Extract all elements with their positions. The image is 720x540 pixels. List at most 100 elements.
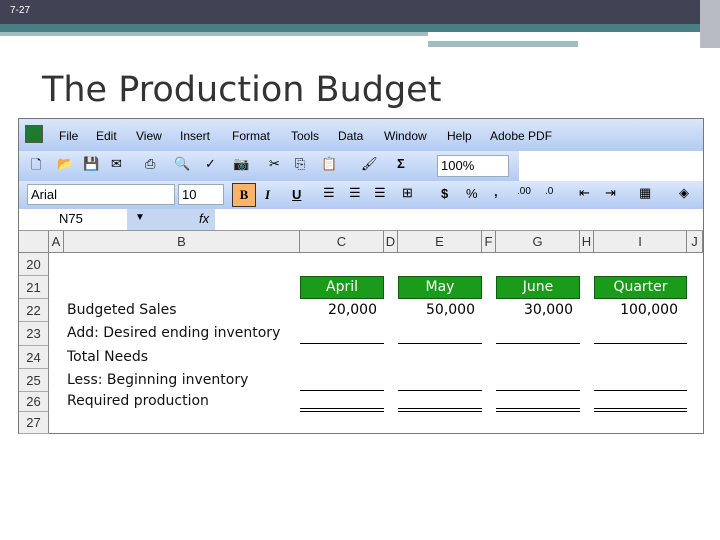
column-header[interactable]: C bbox=[300, 231, 384, 253]
name-box-dropdown[interactable]: ▼ fx bbox=[127, 209, 215, 230]
underline bbox=[300, 390, 384, 391]
column-header[interactable]: H bbox=[580, 231, 594, 253]
sales-may[interactable]: 50,000 bbox=[398, 302, 475, 318]
label-budgeted-sales[interactable]: Budgeted Sales bbox=[67, 302, 177, 318]
slide-top-bar bbox=[0, 0, 720, 24]
save-icon[interactable]: 💾 bbox=[83, 156, 99, 172]
merge-center-icon[interactable]: ⊞ bbox=[402, 185, 413, 201]
menu-adobe-pdf[interactable]: Adobe PDF bbox=[490, 129, 552, 143]
double-underline bbox=[496, 408, 580, 412]
format-painter-icon[interactable]: 🖌 bbox=[361, 156, 378, 172]
label-beginning-inventory[interactable]: Less: Beginning inventory bbox=[67, 372, 248, 388]
align-center-icon[interactable]: ☰ bbox=[349, 185, 361, 201]
chevron-down-icon: ▼ bbox=[135, 212, 145, 223]
decor-bar bbox=[0, 24, 700, 32]
print-preview-icon[interactable]: 🔍 bbox=[174, 156, 190, 172]
menu-tools[interactable]: Tools bbox=[291, 129, 319, 143]
font-size-value: 10 bbox=[182, 187, 197, 202]
double-underline bbox=[398, 408, 482, 412]
increase-decimal-icon[interactable]: .00 bbox=[517, 186, 531, 197]
sales-june[interactable]: 30,000 bbox=[496, 302, 573, 318]
header-april[interactable]: April bbox=[300, 276, 384, 299]
menu-view[interactable]: View bbox=[136, 129, 162, 143]
autosum-icon[interactable]: Σ bbox=[397, 156, 405, 171]
menu-help[interactable]: Help bbox=[447, 129, 472, 143]
row-header[interactable]: 27 bbox=[19, 412, 49, 434]
menu-format[interactable]: Format bbox=[232, 129, 270, 143]
column-header[interactable]: G bbox=[496, 231, 580, 253]
italic-button[interactable]: I bbox=[265, 187, 270, 203]
percent-button[interactable]: % bbox=[466, 186, 478, 201]
row-header[interactable]: 26 bbox=[19, 392, 49, 412]
underline bbox=[594, 390, 687, 391]
column-header[interactable]: J bbox=[687, 231, 703, 253]
double-underline bbox=[300, 408, 384, 412]
column-header[interactable]: I bbox=[594, 231, 687, 253]
decor-bar bbox=[428, 41, 578, 47]
align-left-icon[interactable]: ☰ bbox=[323, 185, 335, 201]
sales-quarter[interactable]: 100,000 bbox=[594, 302, 678, 318]
column-header[interactable]: B bbox=[64, 231, 300, 253]
decrease-indent-icon[interactable]: ⇤ bbox=[579, 185, 590, 201]
column-header[interactable]: A bbox=[49, 231, 64, 253]
fx-icon[interactable]: fx bbox=[199, 211, 209, 226]
worksheet-grid: A B C D E F G H I J 20 21 22 23 24 25 26… bbox=[19, 231, 703, 434]
align-right-icon[interactable]: ☰ bbox=[374, 185, 386, 201]
fill-color-icon[interactable]: ◈ bbox=[679, 185, 689, 201]
sales-april[interactable]: 20,000 bbox=[300, 302, 377, 318]
row-header[interactable]: 23 bbox=[19, 322, 49, 346]
row-header[interactable]: 25 bbox=[19, 369, 49, 392]
new-icon[interactable]: 🗋 bbox=[31, 156, 41, 178]
print-icon[interactable]: ⎙ bbox=[145, 156, 155, 172]
column-header[interactable]: E bbox=[398, 231, 482, 253]
font-size-select[interactable]: 10 bbox=[178, 184, 224, 205]
open-icon[interactable]: 📂 bbox=[57, 156, 73, 172]
decrease-decimal-icon[interactable]: .0 bbox=[545, 186, 553, 197]
formatting-toolbar: Arial 10 B I U ☰ ☰ ☰ ⊞ $ % , .00 .0 ⇤ ⇥ … bbox=[19, 181, 703, 209]
menu-file[interactable]: File bbox=[59, 129, 78, 143]
font-value: Arial bbox=[31, 187, 58, 202]
spelling-icon[interactable]: ✓ bbox=[205, 156, 216, 172]
underline bbox=[398, 390, 482, 391]
row-header[interactable]: 21 bbox=[19, 276, 49, 299]
slide-number: 7-27 bbox=[10, 5, 31, 16]
label-total-needs[interactable]: Total Needs bbox=[67, 349, 148, 365]
header-june[interactable]: June bbox=[496, 276, 580, 299]
camera-icon[interactable]: 📷 bbox=[233, 156, 249, 172]
header-may[interactable]: May bbox=[398, 276, 482, 299]
column-header[interactable]: D bbox=[384, 231, 398, 253]
copy-icon[interactable]: ⎘ bbox=[295, 156, 305, 172]
row-header[interactable]: 22 bbox=[19, 299, 49, 322]
row-header[interactable]: 20 bbox=[19, 253, 49, 276]
label-required-production[interactable]: Required production bbox=[67, 393, 209, 409]
header-quarter[interactable]: Quarter bbox=[594, 276, 687, 299]
formula-input[interactable] bbox=[215, 209, 703, 230]
excel-icon[interactable] bbox=[25, 125, 43, 143]
borders-icon[interactable]: ▦ bbox=[639, 185, 651, 201]
underline bbox=[496, 390, 580, 391]
standard-toolbar: 🗋 📂 💾 ✉ ⎙ 🔍 ✓ 📷 ✂ ⎘ 📋 🖌 Σ 100% bbox=[19, 151, 519, 181]
underline bbox=[594, 343, 687, 344]
menu-data[interactable]: Data bbox=[338, 129, 363, 143]
comma-button[interactable]: , bbox=[494, 184, 498, 199]
menu-insert[interactable]: Insert bbox=[180, 129, 210, 143]
underline-button[interactable]: U bbox=[292, 187, 301, 202]
label-desired-ending-inventory[interactable]: Add: Desired ending inventory bbox=[67, 325, 280, 341]
underline bbox=[496, 343, 580, 344]
column-header[interactable]: F bbox=[482, 231, 496, 253]
zoom-select[interactable]: 100% bbox=[437, 155, 509, 177]
row-header[interactable]: 24 bbox=[19, 346, 49, 369]
menu-window[interactable]: Window bbox=[384, 129, 427, 143]
cut-icon[interactable]: ✂ bbox=[269, 156, 280, 172]
permission-icon[interactable]: ✉ bbox=[111, 156, 122, 172]
menu-edit[interactable]: Edit bbox=[96, 129, 117, 143]
name-box[interactable]: N75 bbox=[19, 209, 127, 230]
font-select[interactable]: Arial bbox=[27, 184, 175, 205]
increase-indent-icon[interactable]: ⇥ bbox=[605, 185, 616, 201]
currency-button[interactable]: $ bbox=[441, 186, 448, 201]
paste-icon[interactable]: 📋 bbox=[321, 156, 337, 172]
underline bbox=[300, 343, 384, 344]
select-all-corner[interactable] bbox=[19, 231, 49, 253]
bold-button[interactable]: B bbox=[232, 183, 256, 207]
decor-stripe bbox=[700, 0, 720, 48]
